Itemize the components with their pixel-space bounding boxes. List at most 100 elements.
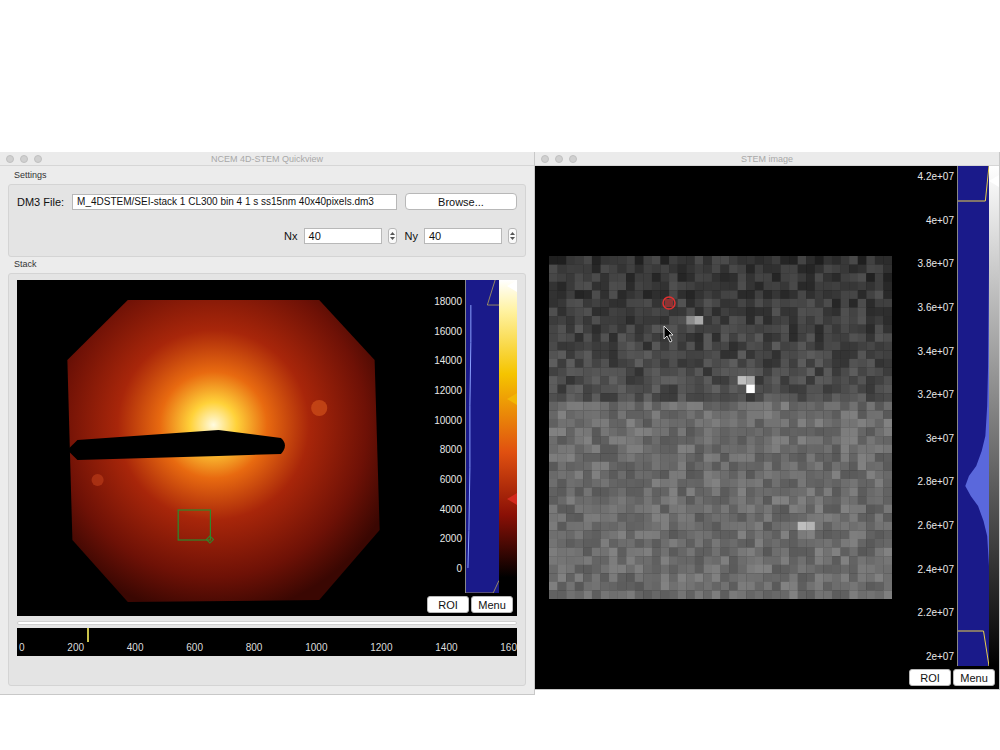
field-label: Ny — [405, 230, 418, 242]
close-icon[interactable] — [6, 155, 14, 163]
stem-view — [535, 166, 909, 689]
histogram-axis: 4.2e+07 4e+07 3.8e+07 3.6e+07 3.4e+07 3.2e+07… — [909, 166, 957, 666]
histogram-plot — [958, 166, 989, 666]
level-marker[interactable] — [989, 175, 999, 187]
axis-tick: 3.8e+07 — [918, 258, 954, 270]
diffraction-pattern[interactable] — [17, 280, 427, 616]
axis-tick: 3e+07 — [926, 433, 954, 445]
axis-tick: 3.6e+07 — [918, 302, 954, 314]
axis-tick: 2000 — [440, 533, 462, 545]
axis-tick: 4e+07 — [926, 215, 954, 227]
spinner-arrows-icon — [389, 230, 396, 242]
frame-slider[interactable]: 0 200 400 600 800 1000 1200 1400 160 — [17, 616, 517, 656]
histogram-widget: 18000 16000 14000 12000 10000 8000 6000 4000 200… — [427, 280, 517, 616]
level-marker[interactable] — [507, 393, 517, 405]
spinner[interactable] — [508, 228, 517, 244]
axis-tick: 2.8e+07 — [918, 476, 954, 488]
histogram-button[interactable]: ROI — [427, 596, 469, 613]
axis-tick: 200 — [67, 642, 84, 654]
histogram-buttons: ROIMenu — [427, 593, 517, 616]
browse-button[interactable]: Browse... — [405, 193, 517, 210]
colorbar[interactable] — [989, 166, 999, 666]
window-content: Settings DM3 File: M_4DSTEM/SEI-stack 1 CL… — [0, 166, 534, 694]
mouse-cursor-icon — [664, 326, 673, 342]
axis-tick: 2.2e+07 — [918, 607, 954, 619]
desktop: NCEM 4D-STEM Quickview Settings DM3 File: M… — [0, 152, 1000, 695]
number-field[interactable]: 40 — [424, 228, 502, 244]
zoom-icon[interactable] — [34, 155, 42, 163]
histogram[interactable] — [465, 280, 499, 593]
histogram-button[interactable]: Menu — [471, 596, 513, 613]
frame-cursor[interactable] — [87, 628, 89, 642]
histogram-button[interactable]: ROI — [909, 669, 951, 686]
stem-window: STEM image 4.2e+07 4e+07 3.8e+07 3.6e+07 3.4e… — [535, 152, 1000, 690]
stem-content: 4.2e+07 4e+07 3.8e+07 3.6e+07 3.4e+07 3.2e+07… — [535, 166, 999, 689]
probe-marker-icon[interactable] — [663, 297, 675, 309]
window-controls — [6, 155, 46, 163]
axis-tick: 400 — [127, 642, 144, 654]
close-icon[interactable] — [541, 155, 549, 163]
axis-tick: 4.2e+07 — [918, 171, 954, 183]
file-row: DM3 File: M_4DSTEM/SEI-stack 1 CL300 bin … — [17, 193, 517, 210]
level-marker[interactable] — [507, 493, 517, 505]
dimension-row: Nx 40 Ny 40 — [17, 228, 517, 244]
histogram-buttons: ROIMenu — [909, 666, 999, 689]
axis-tick: 8000 — [440, 444, 462, 456]
axis-tick: 1200 — [370, 642, 392, 654]
axis-tick: 1000 — [305, 642, 327, 654]
axis-tick: 2e+07 — [926, 651, 954, 663]
axis-tick: 600 — [186, 642, 203, 654]
histogram-plot — [466, 280, 499, 593]
window-controls — [541, 155, 581, 163]
page: NCEM 4D-STEM Quickview Settings DM3 File: M… — [0, 0, 1000, 750]
window-title: NCEM 4D-STEM Quickview — [46, 154, 488, 164]
title-bar[interactable]: STEM image — [535, 152, 999, 166]
axis-tick: 2.6e+07 — [918, 520, 954, 532]
frame-axis[interactable]: 0 200 400 600 800 1000 1200 1400 160 — [17, 628, 517, 656]
axis-tick: 12000 — [434, 385, 462, 397]
image-panel: 18000 16000 14000 12000 10000 8000 6000 4000 200… — [17, 280, 517, 616]
dimension-field: Nx 40 — [284, 228, 396, 244]
minimize-icon[interactable] — [20, 155, 28, 163]
colorbar[interactable] — [499, 280, 517, 593]
axis-tick: 14000 — [434, 355, 462, 367]
axis-tick: 800 — [246, 642, 263, 654]
axis-tick: 2.4e+07 — [918, 564, 954, 576]
axis-tick: 6000 — [440, 474, 462, 486]
axis-tick: 3.2e+07 — [918, 389, 954, 401]
field-label: DM3 File: — [17, 196, 64, 208]
stack-group: 1800016000140001200010000800060004000200… — [8, 273, 526, 686]
spinner-arrows-icon — [509, 230, 516, 242]
dimension-field: Ny 40 — [405, 228, 517, 244]
group-label: Settings — [8, 170, 526, 182]
axis-tick: 0 — [19, 642, 25, 654]
roi-box[interactable] — [178, 510, 210, 540]
window-title: STEM image — [581, 154, 953, 164]
number-field[interactable]: 40 — [304, 228, 382, 244]
group-label: Stack — [8, 259, 526, 271]
stem-image[interactable] — [549, 256, 892, 599]
spinner[interactable] — [388, 228, 397, 244]
quickview-window: NCEM 4D-STEM Quickview Settings DM3 File: M… — [0, 152, 535, 695]
axis-tick: 3.4e+07 — [918, 346, 954, 358]
minimize-icon[interactable] — [555, 155, 563, 163]
slider-track[interactable] — [17, 621, 517, 625]
axis-tick: 4000 — [440, 504, 462, 516]
file-field[interactable]: M_4DSTEM/SEI-stack 1 CL300 bin 4 1 s ss1… — [72, 194, 397, 210]
axis-tick: 16000 — [434, 326, 462, 338]
diffraction-view — [17, 280, 427, 616]
histogram-axis: 18000 16000 14000 12000 10000 8000 6000 4000 200… — [427, 280, 465, 593]
axis-tick: 160 — [500, 642, 517, 654]
field-label: Nx — [284, 230, 297, 242]
histogram-widget: 4.2e+07 4e+07 3.8e+07 3.6e+07 3.4e+07 3.2e+07… — [909, 166, 999, 689]
title-bar[interactable]: NCEM 4D-STEM Quickview — [0, 152, 534, 166]
axis-tick: 18000 — [434, 296, 462, 308]
level-marker[interactable] — [507, 280, 517, 292]
histogram[interactable] — [957, 166, 989, 666]
axis-tick: 0 — [456, 563, 462, 575]
axis-tick: 1400 — [435, 642, 457, 654]
axis-tick: 10000 — [434, 415, 462, 427]
histogram-button[interactable]: Menu — [953, 669, 995, 686]
settings-group: DM3 File: M_4DSTEM/SEI-stack 1 CL300 bin … — [8, 184, 526, 257]
zoom-icon[interactable] — [569, 155, 577, 163]
